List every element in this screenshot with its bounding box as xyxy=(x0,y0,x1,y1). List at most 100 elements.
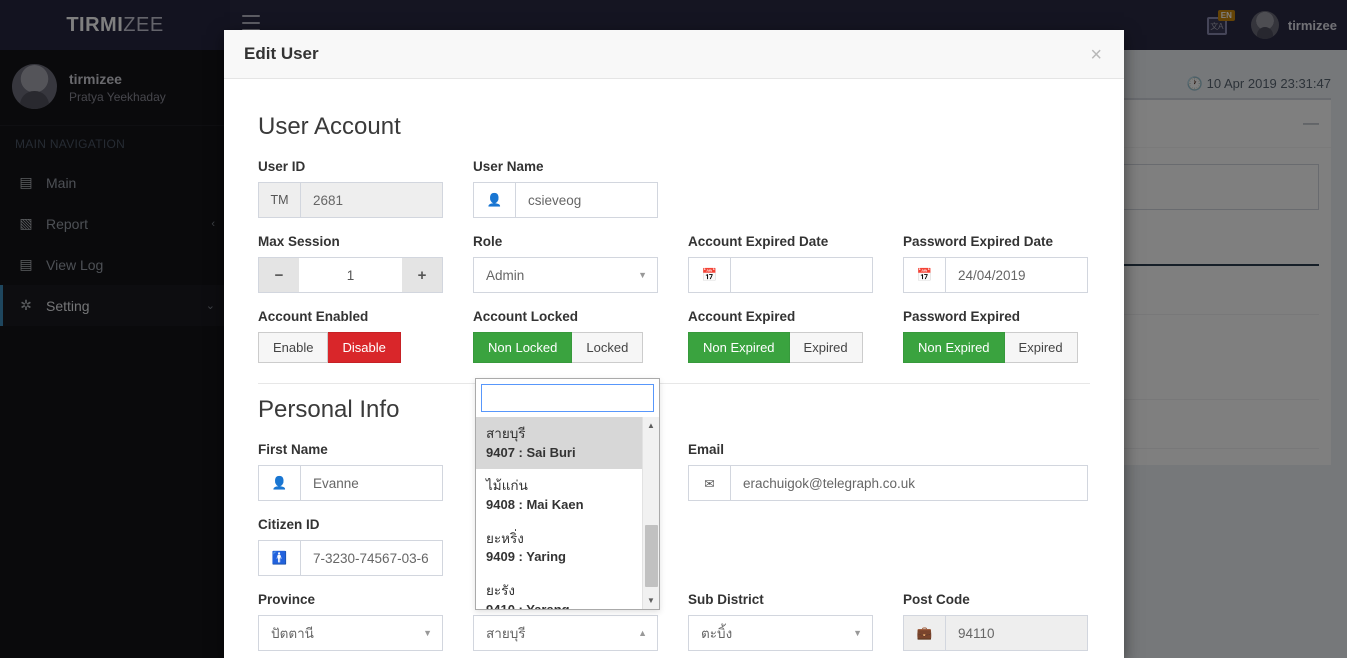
first-name-group[interactable]: 👤 Evanne xyxy=(258,465,443,501)
user-id-prefix: TM xyxy=(259,183,301,217)
close-icon[interactable]: × xyxy=(1084,43,1108,67)
max-session-label: Max Session xyxy=(258,234,340,249)
password-expired-toggle: Non Expired Expired xyxy=(903,332,1078,363)
user-name-label: User Name xyxy=(473,159,544,174)
list-item[interactable]: สายบุรี 9407 : Sai Buri xyxy=(476,417,659,470)
account-expired-label: Account Expired xyxy=(688,309,796,324)
password-expired-label: Password Expired xyxy=(903,309,1021,324)
field-email: Email ✉ erachuigok@telegraph.co.uk xyxy=(688,442,1088,501)
account-disable-button[interactable]: Disable xyxy=(328,332,401,363)
form-row-session: Max Session − 1 + Role Admin ▼ Account E… xyxy=(258,234,1090,293)
account-expired-date-group[interactable]: 📅 xyxy=(688,257,873,293)
chevron-down-icon: ▼ xyxy=(853,628,862,638)
max-session-increment-button[interactable]: + xyxy=(402,258,442,292)
sub-district-label: Sub District xyxy=(688,592,764,607)
citizen-id-input[interactable]: 7-3230-74567-03-6 xyxy=(301,541,442,575)
user-icon: 👤 xyxy=(474,183,516,217)
max-session-decrement-button[interactable]: − xyxy=(259,258,299,292)
sub-district-value: ตะบิ้ง xyxy=(701,626,733,641)
province-select[interactable]: ปัตตานี ▼ xyxy=(258,615,443,651)
email-label: Email xyxy=(688,442,725,457)
scroll-down-icon[interactable]: ▼ xyxy=(643,592,659,609)
post-code-group: 💼 94110 xyxy=(903,615,1088,651)
person-icon: 🚹 xyxy=(259,541,301,575)
user-name-input[interactable]: csieveog xyxy=(516,183,657,217)
district-dropdown-panel: สายบุรี 9407 : Sai Buri ไม้แก่น 9408 : M… xyxy=(475,378,660,610)
field-account-locked: Account Locked Non Locked Locked xyxy=(473,309,658,363)
option-code-label: 9407 : Sai Buri xyxy=(486,444,576,460)
role-label: Role xyxy=(473,234,503,249)
option-thai-label: ยะหริ่ง xyxy=(486,530,524,546)
max-session-value[interactable]: 1 xyxy=(299,258,402,292)
option-thai-label: สายบุรี xyxy=(486,426,526,441)
user-name-input-group[interactable]: 👤 csieveog xyxy=(473,182,658,218)
district-value: สายบุรี xyxy=(486,626,526,641)
password-non-expired-button[interactable]: Non Expired xyxy=(903,332,1005,363)
field-password-expired-date: Password Expired Date 📅 24/04/2019 xyxy=(903,234,1088,293)
district-search-input[interactable] xyxy=(481,384,654,412)
scroll-up-icon[interactable]: ▲ xyxy=(643,417,659,434)
province-label: Province xyxy=(258,592,316,607)
field-max-session: Max Session − 1 + xyxy=(258,234,443,293)
field-role: Role Admin ▼ xyxy=(473,234,658,293)
district-select[interactable]: สายบุรี ▲ xyxy=(473,615,658,651)
user-icon: 👤 xyxy=(259,466,301,500)
list-item[interactable]: ยะรัง 9410 : Yarang xyxy=(476,574,659,609)
account-locked-button[interactable]: Locked xyxy=(572,332,644,363)
account-non-locked-button[interactable]: Non Locked xyxy=(473,332,573,363)
field-sub-district: Sub District ตะบิ้ง ▼ xyxy=(688,592,873,651)
option-code-label: 9408 : Mai Kaen xyxy=(486,496,584,512)
field-post-code: Post Code 💼 94110 xyxy=(903,592,1088,651)
citizen-id-group[interactable]: 🚹 7-3230-74567-03-6 xyxy=(258,540,443,576)
field-password-expired: Password Expired Non Expired Expired xyxy=(903,309,1088,363)
option-code-label: 9410 : Yarang xyxy=(486,601,649,609)
password-expired-button[interactable]: Expired xyxy=(1004,332,1078,363)
edit-user-modal: Edit User × User Account User ID TM 2681… xyxy=(224,30,1124,658)
first-name-input[interactable]: Evanne xyxy=(301,466,442,500)
account-enable-button[interactable]: Enable xyxy=(258,332,329,363)
account-enabled-toggle: Enable Disable xyxy=(258,332,401,363)
password-expired-date-input[interactable]: 24/04/2019 xyxy=(946,258,1087,292)
district-dropdown-search-wrap xyxy=(476,379,659,417)
quantity-stepper: − 1 + xyxy=(258,257,443,293)
field-account-expired-date: Account Expired Date 📅 xyxy=(688,234,873,293)
sub-district-select[interactable]: ตะบิ้ง ▼ xyxy=(688,615,873,651)
section-divider xyxy=(258,383,1090,384)
role-value: Admin xyxy=(486,267,525,283)
citizen-id-label: Citizen ID xyxy=(258,517,320,532)
field-citizen-id: Citizen ID 🚹 7-3230-74567-03-6 xyxy=(258,517,443,576)
password-expired-date-label: Password Expired Date xyxy=(903,234,1054,249)
account-expired-date-input[interactable] xyxy=(731,258,872,292)
list-item[interactable]: ยะหริ่ง 9409 : Yaring xyxy=(476,522,659,574)
account-enabled-label: Account Enabled xyxy=(258,309,369,324)
form-row-citizen: Citizen ID 🚹 7-3230-74567-03-6 xyxy=(258,517,1090,576)
personal-info-heading: Personal Info xyxy=(258,396,400,423)
email-group[interactable]: ✉ erachuigok@telegraph.co.uk xyxy=(688,465,1088,501)
scrollbar[interactable]: ▲ ▼ xyxy=(642,417,659,609)
list-item[interactable]: ไม้แก่น 9408 : Mai Kaen xyxy=(476,469,659,521)
account-expired-button[interactable]: Expired xyxy=(789,332,863,363)
password-expired-date-group[interactable]: 📅 24/04/2019 xyxy=(903,257,1088,293)
field-user-id: User ID TM 2681 xyxy=(258,159,443,218)
modal-header: Edit User × xyxy=(224,30,1124,79)
role-select[interactable]: Admin ▼ xyxy=(473,257,658,293)
field-first-name: First Name 👤 Evanne xyxy=(258,442,443,501)
calendar-icon[interactable]: 📅 xyxy=(689,258,731,292)
scrollbar-thumb[interactable] xyxy=(645,525,658,587)
account-non-expired-button[interactable]: Non Expired xyxy=(688,332,790,363)
option-thai-label: ยะรัง xyxy=(486,583,516,599)
calendar-icon[interactable]: 📅 xyxy=(904,258,946,292)
account-expired-toggle: Non Expired Expired xyxy=(688,332,863,363)
modal-title: Edit User xyxy=(244,44,319,63)
briefcase-icon: 💼 xyxy=(904,616,946,650)
post-code-label: Post Code xyxy=(903,592,970,607)
user-id-value: 2681 xyxy=(301,183,442,217)
user-id-input-group: TM 2681 xyxy=(258,182,443,218)
district-option-list: สายบุรี 9407 : Sai Buri ไม้แก่น 9408 : M… xyxy=(476,417,659,609)
first-name-label: First Name xyxy=(258,442,328,457)
email-field[interactable]: erachuigok@telegraph.co.uk xyxy=(731,466,1087,500)
form-row-toggles: Account Enabled Enable Disable Account L… xyxy=(258,309,1090,363)
form-row-name-email: First Name 👤 Evanne Email ✉ erachuigok@t… xyxy=(258,442,1090,501)
user-id-label: User ID xyxy=(258,159,306,174)
field-account-expired: Account Expired Non Expired Expired xyxy=(688,309,873,363)
